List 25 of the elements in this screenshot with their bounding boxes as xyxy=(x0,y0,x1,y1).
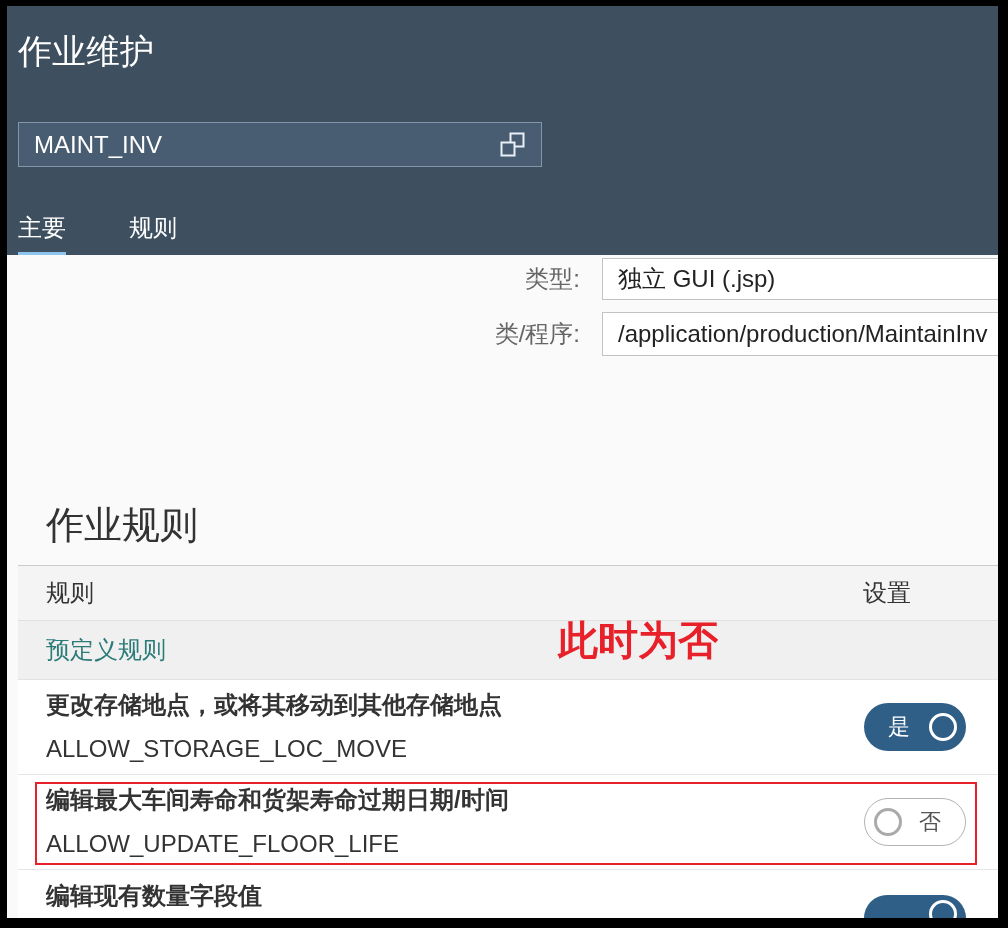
rule-title: 更改存储地点，或将其移动到其他存储地点 xyxy=(46,690,502,720)
input-field[interactable]: /application/production/MaintainInv xyxy=(602,312,998,356)
column-header: 设置 xyxy=(863,579,911,606)
toggle-switch[interactable]: 是 xyxy=(864,703,966,751)
column-header: 规则 xyxy=(46,579,94,606)
knob-icon xyxy=(874,808,902,836)
tab[interactable]: 主要 xyxy=(18,212,66,255)
page-title: 作业维护 xyxy=(18,31,154,71)
activity-field[interactable]: MAINT_INV xyxy=(18,122,542,167)
rule-code: ALLOW_STORAGE_LOC_MOVE xyxy=(46,734,407,764)
annotation-text: 此时为否 xyxy=(558,618,718,662)
rule-code: ALLOW_UPDATE_FLOOR_LIFE xyxy=(46,829,399,859)
field-label: 类型: xyxy=(525,264,580,294)
toggle-switch[interactable]: 否 xyxy=(864,798,966,846)
tab[interactable]: 规则 xyxy=(129,212,177,255)
copy-icon[interactable] xyxy=(500,132,525,157)
group-label: 预定义规则 xyxy=(46,635,166,665)
field-label: 类/程序: xyxy=(494,319,580,349)
input-field[interactable]: 独立 GUI (.jsp) xyxy=(602,258,998,300)
section-heading: 作业规则 xyxy=(46,503,198,547)
toggle-switch[interactable] xyxy=(864,895,966,918)
rule-title: 编辑现有数量字段值 xyxy=(46,881,262,911)
knob-icon xyxy=(929,713,957,741)
rule-title: 编辑最大车间寿命和货架寿命过期日期/时间 xyxy=(46,785,509,815)
knob-icon xyxy=(929,900,957,918)
